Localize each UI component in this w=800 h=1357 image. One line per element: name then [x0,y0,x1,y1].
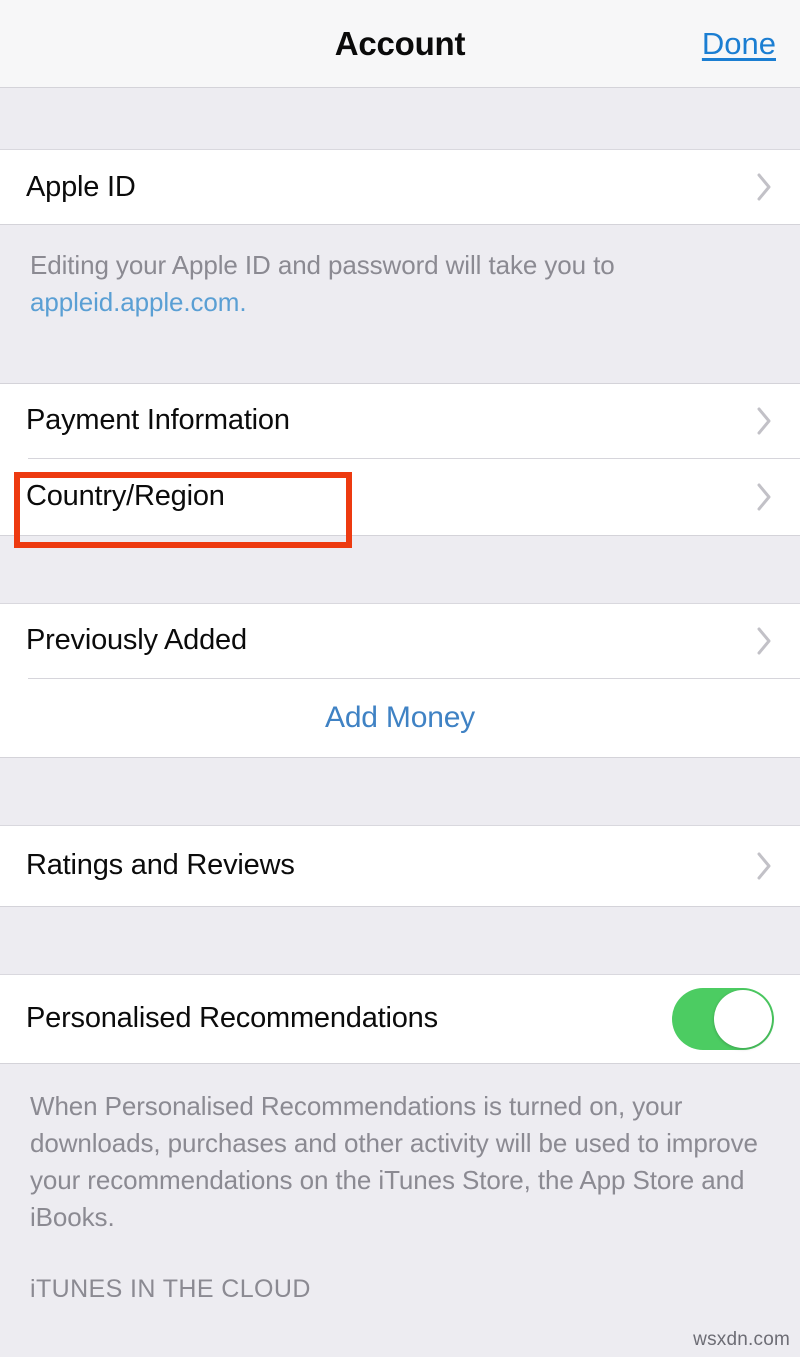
section-header-label: iTUNES IN THE CLOUD [30,1275,311,1304]
chevron-right-icon [756,851,774,881]
chevron-right-icon [756,626,774,656]
row-country-region[interactable]: Country/Region [0,458,800,535]
chevron-right-icon [756,482,774,512]
payment-group: Payment Information Country/Region [0,382,800,536]
personalised-recommendations-toggle[interactable] [672,987,774,1050]
add-money-label: Add Money [325,700,475,734]
section-gap-ratings-recommendations [0,906,800,975]
add-money-button[interactable]: Add Money [0,678,800,757]
row-label: Personalised Recommendations [26,1002,438,1035]
footer-prefix-text: Editing your Apple ID and password will … [30,250,615,280]
row-apple-id[interactable]: Apple ID [0,150,800,224]
navigation-bar: Account Done [0,0,800,88]
appleid-link[interactable]: appleid.apple.com. [30,287,247,317]
apple-id-group: Apple ID [0,150,800,225]
money-group: Previously Added Add Money [0,603,800,758]
itunes-cloud-section-header: iTUNES IN THE CLOUD [0,1245,800,1321]
row-previously-added[interactable]: Previously Added [0,603,800,678]
apple-id-footer-text: Editing your Apple ID and password will … [30,247,770,321]
row-payment-information[interactable]: Payment Information [0,383,800,458]
ios-account-settings-screen: Account Done Apple ID Editing your Apple… [0,0,800,1357]
section-gap-payment-money [0,535,800,604]
watermark: wsxdn.com [693,1329,790,1350]
row-personalised-recommendations[interactable]: Personalised Recommendations [0,974,800,1063]
row-label: Country/Region [26,480,225,513]
page-title: Account [334,24,466,62]
row-label: Ratings and Reviews [26,849,295,882]
section-gap-money-ratings [0,757,800,826]
recommendations-group: Personalised Recommendations [0,974,800,1064]
section-gap-top [0,88,800,150]
done-button[interactable]: Done [702,26,776,62]
chevron-right-icon [756,172,774,202]
recommendations-footer-text: When Personalised Recommendations is tur… [30,1090,758,1232]
row-label: Previously Added [26,624,247,657]
ratings-group: Ratings and Reviews [0,825,800,907]
chevron-right-icon [756,406,774,436]
row-ratings-and-reviews[interactable]: Ratings and Reviews [0,825,800,906]
apple-id-footer: Editing your Apple ID and password will … [0,225,800,383]
row-label: Apple ID [26,170,136,203]
row-label: Payment Information [26,404,290,437]
recommendations-footer: When Personalised Recommendations is tur… [0,1063,800,1246]
toggle-knob [714,989,772,1048]
